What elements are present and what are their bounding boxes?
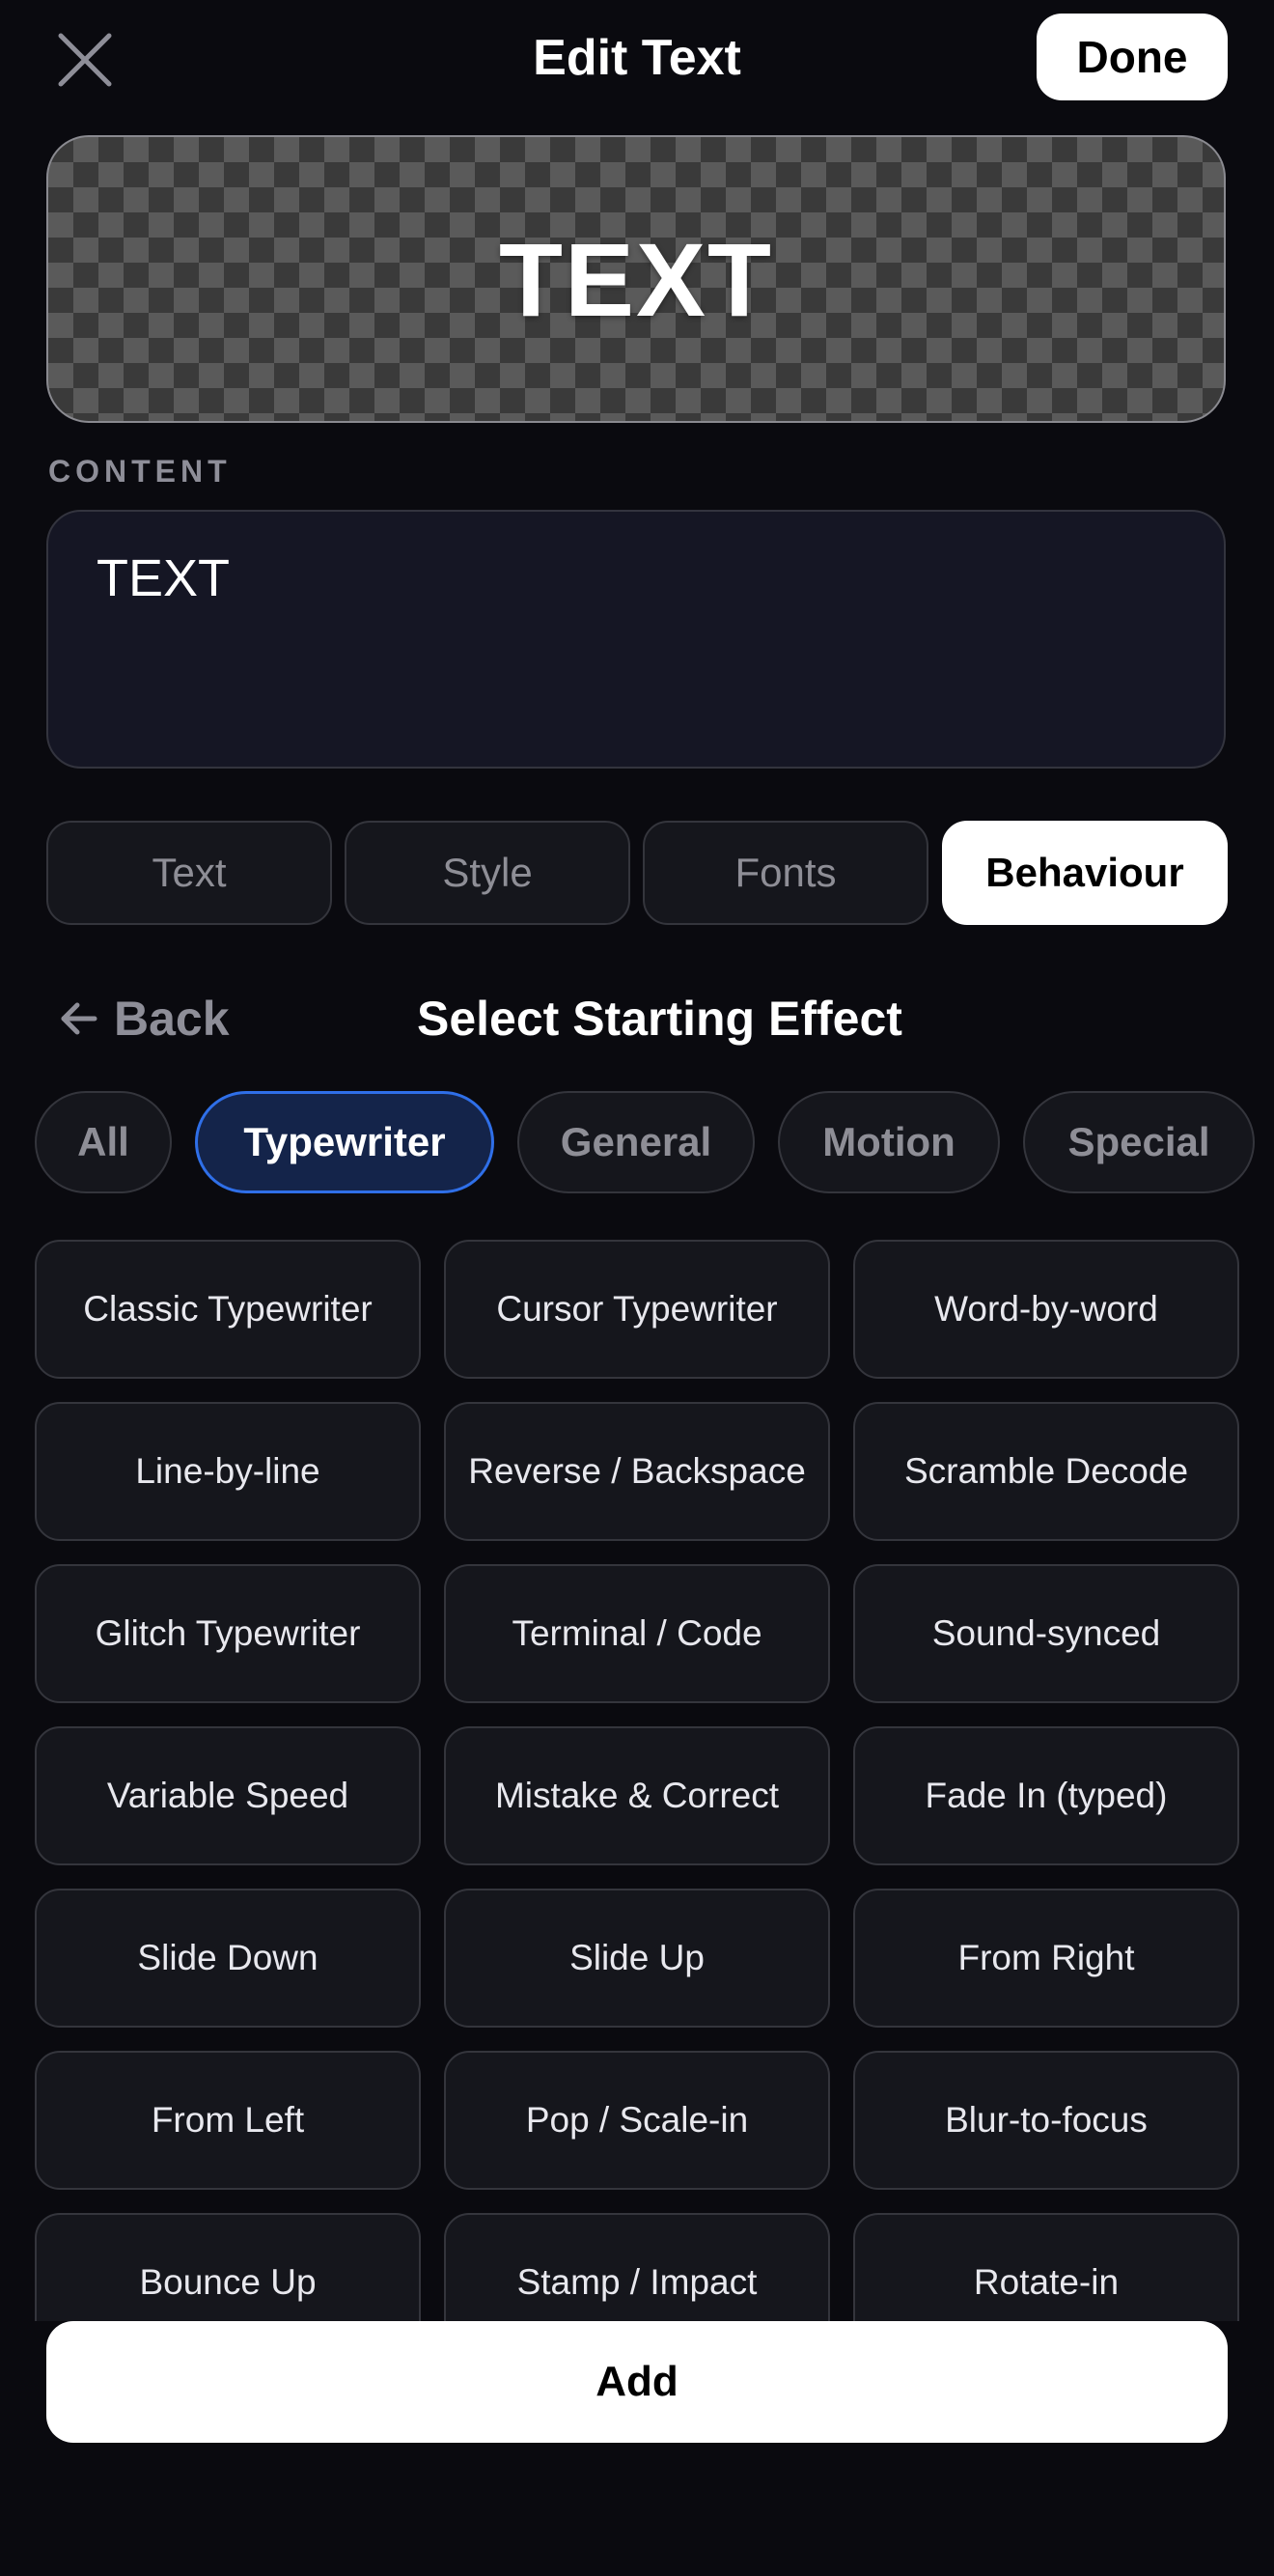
effect-option[interactable]: Glitch Typewriter — [35, 1564, 421, 1703]
effect-option[interactable]: Cursor Typewriter — [444, 1240, 830, 1379]
effect-option[interactable]: Scramble Decode — [853, 1402, 1239, 1541]
text-preview: TEXT — [46, 135, 1226, 423]
done-button[interactable]: Done — [1037, 14, 1228, 100]
content-section-label: CONTENT — [48, 454, 232, 489]
effect-option[interactable]: From Right — [853, 1889, 1239, 2028]
arrow-left-icon — [61, 1002, 97, 1035]
effect-option[interactable]: Reverse / Backspace — [444, 1402, 830, 1541]
effect-option[interactable]: Blur-to-focus — [853, 2051, 1239, 2190]
effect-option[interactable]: Sound-synced — [853, 1564, 1239, 1703]
effect-option[interactable]: Bounce Up — [35, 2213, 421, 2321]
section-title: Select Starting Effect — [417, 992, 902, 1046]
back-label: Back — [114, 992, 230, 1046]
chip-motion[interactable]: Motion — [778, 1091, 1000, 1193]
tab-behaviour[interactable]: Behaviour — [942, 821, 1228, 925]
chip-general[interactable]: General — [517, 1091, 755, 1193]
chip-typewriter[interactable]: Typewriter — [195, 1091, 494, 1193]
effect-option[interactable]: Mistake & Correct — [444, 1726, 830, 1865]
back-button[interactable]: Back — [58, 987, 230, 1050]
effect-option[interactable]: Slide Up — [444, 1889, 830, 2028]
effect-option[interactable]: Word-by-word — [853, 1240, 1239, 1379]
effect-option[interactable]: Rotate-in — [853, 2213, 1239, 2321]
content-text-field[interactable]: TEXT — [46, 510, 1226, 769]
effect-option[interactable]: Fade In (typed) — [853, 1726, 1239, 1865]
effects-grid: Classic Typewriter Cursor Typewriter Wor… — [0, 1240, 1274, 2321]
effect-option[interactable]: Line-by-line — [35, 1402, 421, 1541]
preview-text: TEXT — [498, 220, 773, 338]
effect-option[interactable]: Classic Typewriter — [35, 1240, 421, 1379]
add-button[interactable]: Add — [46, 2321, 1228, 2443]
effect-option[interactable]: Variable Speed — [35, 1726, 421, 1865]
chip-special[interactable]: Special — [1023, 1091, 1255, 1193]
effect-option[interactable]: From Left — [35, 2051, 421, 2190]
effect-option[interactable]: Pop / Scale-in — [444, 2051, 830, 2190]
tab-style[interactable]: Style — [345, 821, 630, 925]
chip-all[interactable]: All — [35, 1091, 172, 1193]
tab-fonts[interactable]: Fonts — [643, 821, 928, 925]
effect-option[interactable]: Terminal / Code — [444, 1564, 830, 1703]
category-chips: All Typewriter General Motion Special — [35, 1091, 1274, 1193]
header: Edit Text Done — [0, 0, 1274, 116]
editor-tabs: Text Style Fonts Behaviour — [46, 821, 1228, 925]
effect-option[interactable]: Slide Down — [35, 1889, 421, 2028]
tab-text[interactable]: Text — [46, 821, 332, 925]
effect-option[interactable]: Stamp / Impact — [444, 2213, 830, 2321]
